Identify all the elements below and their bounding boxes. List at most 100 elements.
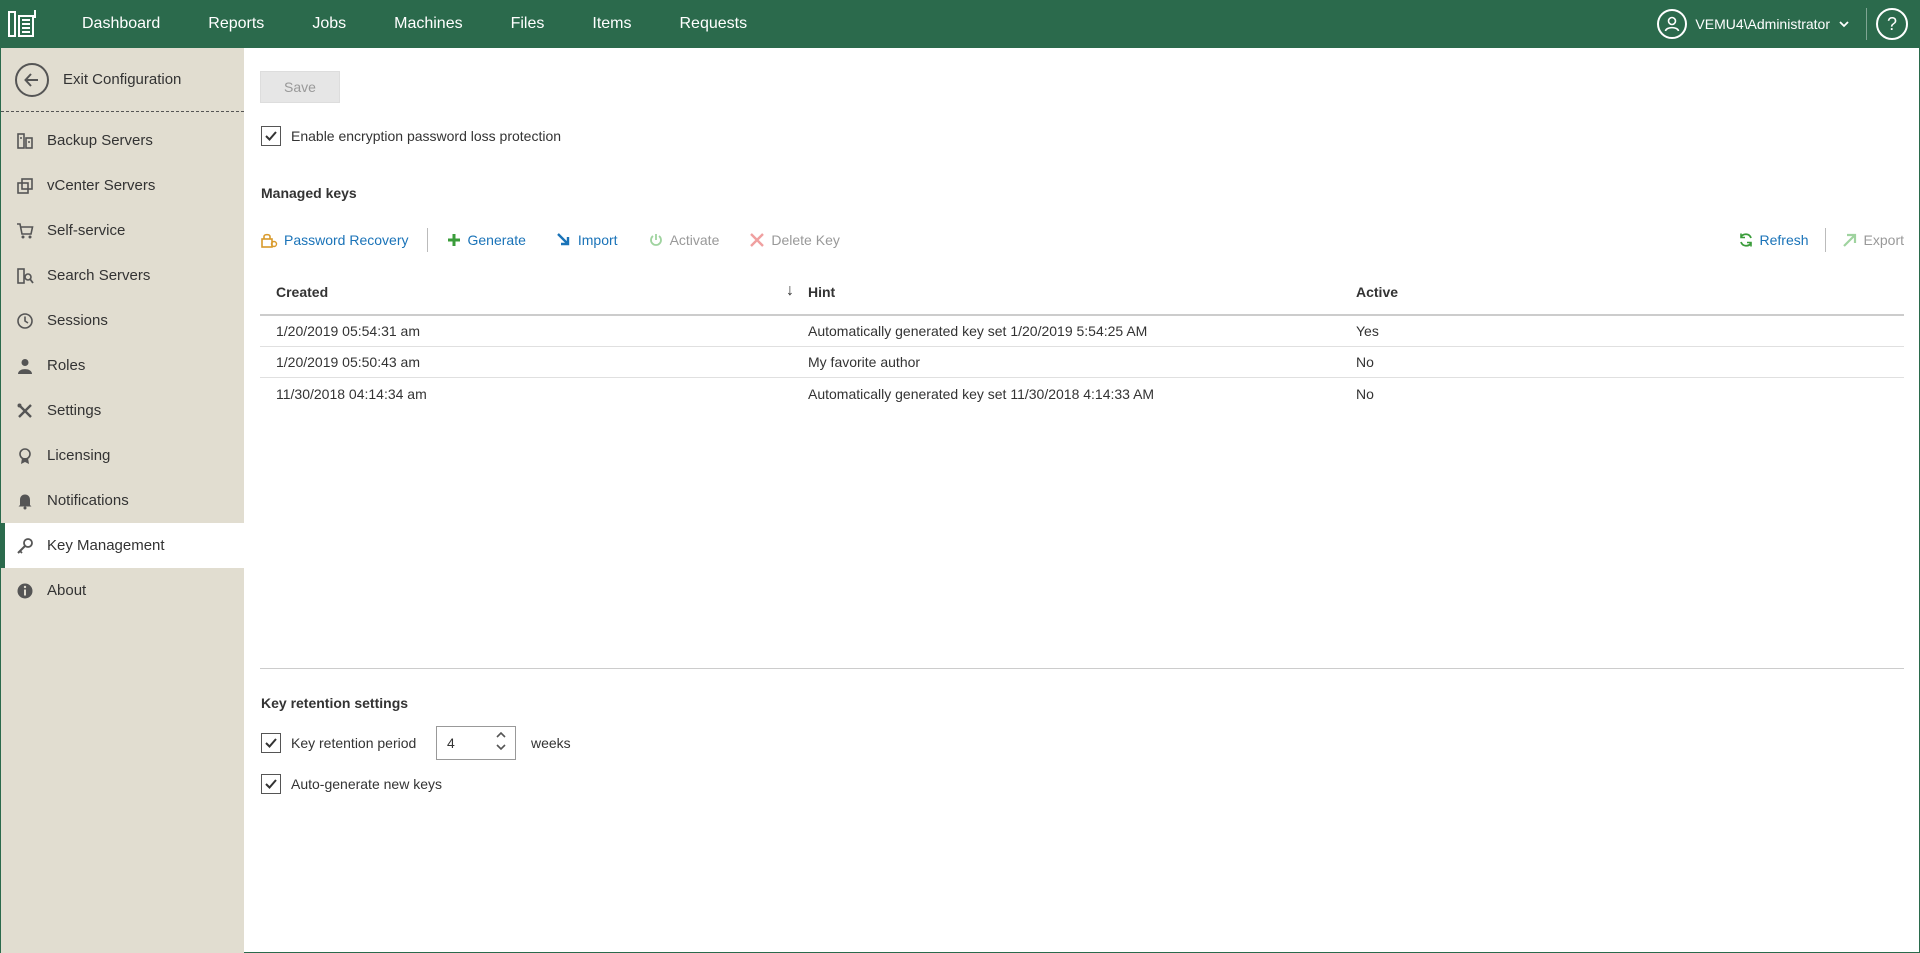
sidebar-item-label: vCenter Servers [47,177,156,194]
export-button[interactable]: Export [1842,232,1904,248]
sidebar-item-label: Self-service [47,222,126,239]
sidebar-items: Backup Servers vCenter Servers Self-serv… [1,118,246,613]
sidebar-item-backup-servers[interactable]: Backup Servers [1,118,244,163]
cell-hint: Automatically generated key set 1/20/201… [808,323,1148,339]
refresh-button[interactable]: Refresh [1738,232,1809,248]
refresh-icon [1739,233,1752,247]
sidebar-item-self-service[interactable]: Self-service [1,208,244,253]
user-name: VEMU4\Administrator [1695,16,1830,32]
column-header-created[interactable]: Created ↓ [260,282,808,300]
nav-items[interactable]: Items [568,0,655,48]
sidebar-item-about[interactable]: About [1,568,244,613]
key-retention-label: Key retention period [291,735,417,751]
cell-hint: My favorite author [808,354,921,370]
cell-active: Yes [1356,323,1379,339]
config-sidebar: Exit Configuration Backup Servers vCente… [0,48,246,953]
key-retention-period-value: 4 [447,735,455,751]
cell-hint: Automatically generated key set 11/30/20… [808,385,1155,402]
clock-icon [15,311,35,331]
table-row[interactable]: 11/30/2018 04:14:34 am Automatically gen… [260,378,1904,409]
column-header-hint[interactable]: Hint [808,284,1356,300]
auto-generate-label: Auto-generate new keys [291,776,442,792]
managed-keys-title: Managed keys [261,185,357,201]
activate-button[interactable]: Activate [648,232,720,248]
sidebar-item-licensing[interactable]: Licensing [1,433,244,478]
key-retention-checkbox[interactable] [261,733,281,753]
chevron-down-icon[interactable] [495,741,507,753]
nav-jobs[interactable]: Jobs [288,0,370,48]
exit-configuration-button[interactable]: Exit Configuration [1,48,244,112]
nav-files[interactable]: Files [487,0,569,48]
info-icon [15,581,35,601]
chevron-down-icon [1839,21,1849,28]
tools-icon [15,401,35,421]
exit-configuration-label: Exit Configuration [63,71,182,88]
sidebar-item-label: Sessions [47,312,108,329]
bell-icon [15,491,35,511]
auto-generate-checkbox[interactable] [261,774,281,794]
sidebar-item-notifications[interactable]: Notifications [1,478,244,523]
person-icon [15,356,35,376]
auto-generate-row: Auto-generate new keys [261,774,442,794]
delete-x-icon [750,233,765,247]
cell-active: No [1356,354,1374,370]
toolbar-separator [1824,228,1826,252]
sort-descending-icon: ↓ [786,282,794,299]
checkmark-icon [265,738,277,748]
app-logo-icon[interactable] [0,0,48,48]
top-bar: Dashboard Reports Jobs Machines Files It… [0,0,1920,48]
password-recovery-label: Password Recovery [284,232,409,248]
delete-key-button[interactable]: Delete Key [749,232,840,248]
user-menu[interactable]: VEMU4\Administrator [1657,0,1850,48]
activate-label: Activate [669,232,720,248]
nav-dashboard[interactable]: Dashboard [58,0,184,48]
password-recovery-button[interactable]: Password Recovery [260,231,409,249]
sidebar-item-roles[interactable]: Roles [1,343,244,388]
back-arrow-icon [15,62,49,97]
backup-servers-icon [15,131,35,151]
nav-reports[interactable]: Reports [184,0,288,48]
chevron-up-icon[interactable] [495,729,507,741]
table-row[interactable]: 1/20/2019 05:50:43 am My favorite author… [260,347,1904,378]
import-label: Import [577,232,618,248]
column-header-active[interactable]: Active [1356,284,1904,300]
column-header-created-label: Created [276,284,329,300]
nav-requests[interactable]: Requests [656,0,772,48]
table-row[interactable]: 1/20/2019 05:54:31 am Automatically gene… [260,316,1904,347]
save-button[interactable]: Save [260,71,340,103]
checkmark-icon [265,779,277,789]
key-retention-period-stepper[interactable]: 4 [436,726,516,760]
toolbar-separator [426,228,428,252]
enable-protection-row: Enable encryption password loss protecti… [261,126,561,146]
sidebar-item-settings[interactable]: Settings [1,388,244,433]
refresh-label: Refresh [1759,232,1809,248]
section-divider [260,668,1904,669]
keys-toolbar: Password Recovery Generate Import Activa… [260,228,1904,252]
sidebar-item-vcenter-servers[interactable]: vCenter Servers [1,163,244,208]
user-avatar-icon [1657,9,1688,39]
sidebar-item-label: Notifications [47,492,129,509]
help-button[interactable]: ? [1876,8,1908,40]
sidebar-item-search-servers[interactable]: Search Servers [1,253,244,298]
sidebar-item-sessions[interactable]: Sessions [1,298,244,343]
key-icon [15,536,35,556]
cell-created: 1/20/2019 05:54:31 am [276,323,421,339]
key-retention-row: Key retention period [261,733,416,753]
enable-protection-checkbox[interactable] [261,126,281,146]
import-button[interactable]: Import [556,232,618,248]
sidebar-item-label: Roles [47,357,86,374]
managed-keys-table: Created ↓ Hint Active 1/20/2019 05:54:31… [260,270,1904,409]
power-icon [649,234,662,246]
toolbar-right: Refresh Export [1738,228,1904,252]
cart-icon [15,221,35,241]
sidebar-item-key-management[interactable]: Key Management [1,523,246,568]
nav-machines[interactable]: Machines [370,0,486,48]
help-separator [1866,8,1867,40]
delete-key-label: Delete Key [771,232,840,248]
checkmark-icon [265,131,277,141]
sidebar-item-label: Licensing [47,447,111,464]
enable-protection-label: Enable encryption password loss protecti… [291,128,562,144]
vcenter-servers-icon [15,176,35,196]
sidebar-item-label: Backup Servers [47,132,153,149]
generate-button[interactable]: Generate [446,232,526,248]
